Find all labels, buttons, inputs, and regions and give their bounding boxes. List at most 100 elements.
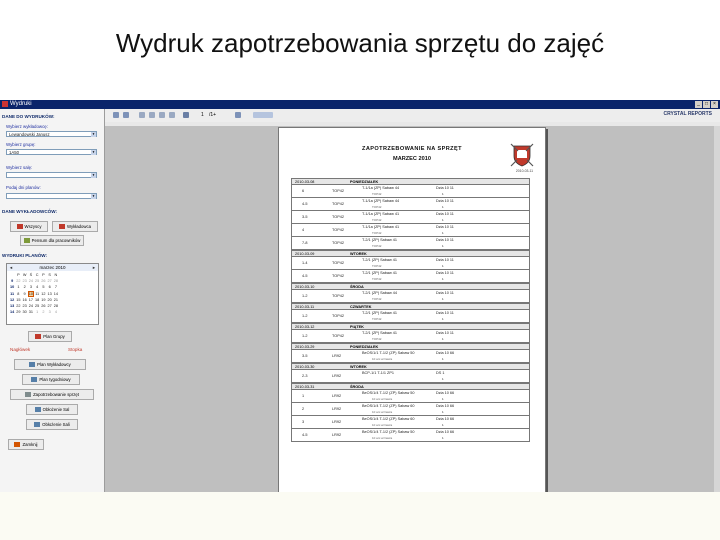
chevron-down-icon: ▼: [91, 173, 96, 178]
calendar-grid: P W Ś C P S N 9 22 23 24 25 26 27 28 10 1 2 3 4 5 6 7 11 8 9 10 11 1…: [9, 272, 59, 315]
people-icon: [16, 224, 23, 230]
all-lecturers-button[interactable]: Wszyscy: [10, 221, 48, 232]
class-cell: T-1/1a (ZP) Sabaw 44: [362, 186, 400, 190]
schedule-cell: Dzia 10 11: [436, 212, 454, 216]
calendar-day[interactable]: 4: [53, 309, 59, 315]
schedule-cell: Dzia 10 66: [436, 351, 455, 355]
class-cell: BeOS/1/4 T-1/2 (ZP) Sabaw 50: [362, 430, 415, 434]
report-row: 2 LR92 BeOS/1/4 T-1/2 (ZP) Sabaw 60 10 arc …: [291, 403, 530, 416]
class-cell: T-1/1a (ZP) Sabaw 41: [362, 225, 400, 229]
report-day-header: 2010-03-29 PONIEDZIAŁEK: [291, 343, 530, 350]
calendar-week: 14 29 30 31 1 2 3 4: [9, 309, 59, 315]
minimize-button[interactable]: _: [695, 101, 702, 108]
report-row: 1 LR92 BeOS/1/4 T-1/2 (ZP) Sabaw 50 10 arc …: [291, 390, 530, 403]
chevron-down-icon: ▼: [91, 150, 96, 155]
schedule-cell: Dzia 10 66: [436, 430, 455, 434]
group-plan-button[interactable]: Plan Grupy: [28, 331, 72, 342]
report-row: 1-2 TOP42 T-2/1 (ZP) Sabaw 44 TOP42 Dzia 10 …: [291, 290, 530, 303]
viewer-toolbar: 1 /1+ CRYSTAL REPORTS: [105, 109, 720, 123]
room-cell: TOP42: [332, 334, 344, 338]
schedule-cell: Dzia 10 66: [436, 391, 455, 395]
page-count: /1+: [209, 112, 217, 118]
room-cell: TOP42: [332, 189, 344, 193]
print-icon[interactable]: [123, 112, 129, 118]
app-icon: [2, 101, 8, 107]
section-report-data: DANE DO WYDRUKÓW:: [2, 114, 55, 119]
slide-title: Wydruk zapotrzebowania sprzętu do zajęć: [115, 28, 605, 58]
hours-cell: 4-5: [302, 274, 308, 278]
pensum-button[interactable]: Pensum dla pracowników: [20, 235, 84, 246]
schedule-cell: DS 1: [436, 371, 445, 375]
hours-cell: 4: [302, 228, 305, 232]
room-cell: TOP42: [332, 274, 344, 278]
calendar[interactable]: ◄ marzec 2010 ► P W Ś C P S N 9 22 23 24 25 26 27 28 10…: [6, 263, 99, 325]
pensum-label: Pensum dla pracowników: [31, 238, 81, 243]
room-cell: LR92: [332, 407, 342, 411]
equipment-cell: 10 arc wzrasza: [372, 423, 393, 427]
class-cell: BeOS/1/4 T-1/2 (ZP) Sabaw 60: [362, 404, 415, 408]
report-row: 1-2 TOP42 T-2/1 (ZP) Sabaw 41 TOP42 Dzia 10 …: [291, 330, 530, 343]
report-day-header: 2010-03-10 ŚRODA: [291, 283, 530, 290]
group-plan-label: Plan Grupy: [43, 334, 65, 339]
window-titlebar: Wydruki _ □ ×: [0, 100, 720, 109]
group-select[interactable]: 1A50 ▼: [6, 149, 97, 155]
last-page-icon[interactable]: [169, 112, 175, 118]
weekly-plan-button[interactable]: Plan tygodniowy: [22, 374, 80, 385]
calendar-icon: [29, 362, 36, 368]
header-link[interactable]: Nagłówek: [10, 347, 30, 352]
plan-days-select[interactable]: ▼: [6, 193, 97, 199]
lecturer-plan-button[interactable]: Plan Wykładowcy: [14, 359, 86, 370]
room-cell: TOP42: [332, 215, 344, 219]
report-row: 1-2 TOP42 T-2/1 (ZP) Sabaw 41 TOP42 Dzia 10 …: [291, 310, 530, 323]
report-day-header: 2010-03-31 ŚRODA: [291, 383, 530, 390]
maximize-button[interactable]: □: [703, 101, 710, 108]
equipment-cell: TOP42: [372, 317, 382, 321]
next-page-icon[interactable]: [159, 112, 165, 118]
room-occupancy-button[interactable]: Obłożenie Sal: [26, 404, 78, 415]
first-page-icon[interactable]: [139, 112, 145, 118]
quantity-cell: 1: [442, 357, 444, 361]
class-cell: T-2/1 (ZP) Sabaw 41: [362, 258, 398, 262]
class-cell: BCP-1/1 T-1/1 ZP1: [362, 371, 395, 375]
chevron-down-icon: ▼: [91, 194, 96, 199]
prev-page-icon[interactable]: [149, 112, 155, 118]
prev-month-icon[interactable]: ◄: [9, 264, 13, 271]
export-icon[interactable]: [113, 112, 119, 118]
schedule-cell: Dzia 10 11: [436, 238, 454, 242]
next-month-icon[interactable]: ►: [92, 264, 96, 271]
close-window-button[interactable]: Zamknij: [8, 439, 44, 450]
report-row: 4-5 LR92 BeOS/1/4 T-1/2 (ZP) Sabaw 50 10 ar…: [291, 429, 530, 442]
lecturer-button[interactable]: Wykładowca: [52, 221, 98, 232]
vertical-scrollbar[interactable]: [714, 126, 720, 492]
report-row: 7-8 TOP42 T-2/1 (ZP) Sabaw 41 TOP42 Dzia 10 …: [291, 237, 530, 250]
report-day-header: 2010-03-30 WTOREK: [291, 363, 530, 370]
schedule-cell: Dzia 10 66: [436, 417, 455, 421]
page-number[interactable]: 1: [201, 112, 204, 118]
class-cell: T-2/1 (ZP) Sabaw 41: [362, 271, 398, 275]
zoom-select[interactable]: [253, 112, 273, 118]
equipment-demand-button[interactable]: Zapotrzebowanie sprzęt: [10, 389, 94, 400]
quantity-cell: 1: [442, 192, 444, 196]
chevron-down-icon: ▼: [91, 132, 96, 137]
equipment-cell: TOP42: [372, 192, 382, 196]
goto-page-icon[interactable]: [183, 112, 189, 118]
search-icon[interactable]: [235, 112, 241, 118]
room-select[interactable]: ▼: [6, 172, 97, 178]
group-value: 1A50: [9, 150, 20, 155]
class-cell: T-2/1 (ZP) Sabaw 44: [362, 291, 398, 295]
equipment-icon: [25, 392, 32, 398]
reports-window: Wydruki _ □ × DANE DO WYDRUKÓW: Wybierz …: [0, 100, 720, 492]
building-icon: [34, 407, 41, 413]
quantity-cell: 1: [442, 410, 444, 414]
lecturer-select[interactable]: Lewandowski Janusz ▼: [6, 131, 97, 137]
room-cell: LR92: [332, 354, 342, 358]
equipment-cell: TOP42: [372, 205, 382, 209]
footer-link[interactable]: Stopka: [68, 347, 82, 352]
section-plan-prints: WYDRUKI PLANÓW:: [2, 253, 48, 258]
lecturer-plan-label: Plan Wykładowcy: [37, 362, 71, 367]
close-button[interactable]: ×: [711, 101, 718, 108]
single-room-occupancy-button[interactable]: Obłożenie Sali: [26, 419, 78, 430]
report-row: 4-5 TOP42 T-2/1 (ZP) Sabaw 41 TOP42 Dzia 10 …: [291, 270, 530, 283]
schedule-cell: Dzia 10 11: [436, 199, 454, 203]
hours-cell: 2-3: [302, 374, 308, 378]
